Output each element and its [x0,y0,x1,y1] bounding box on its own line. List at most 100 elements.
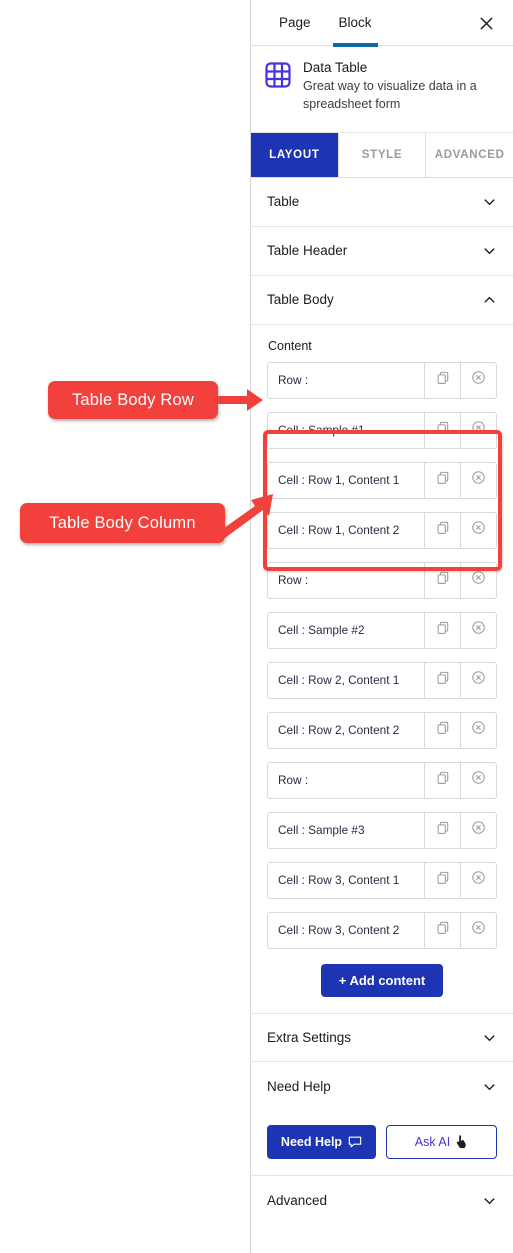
remove-circle-icon [471,620,486,640]
tab-layout-label: LAYOUT [269,148,320,161]
duplicate-icon-button[interactable] [424,362,460,398]
section-table-body[interactable]: Table Body [251,276,513,325]
block-title: Data Table [303,60,368,75]
remove-icon-button[interactable] [460,762,496,798]
duplicate-icon-button[interactable] [424,512,460,548]
annotation-column-text: Table Body Column [49,513,196,532]
tab-style[interactable]: STYLE [338,132,427,177]
block-settings-panel: Page Block Data Table Great way to visua… [250,0,513,1253]
item-label: Cell : Row 3, Content 1 [278,873,400,887]
item-label: Cell : Row 1, Content 1 [278,473,400,487]
remove-circle-icon [471,770,486,790]
chevron-down-icon [482,194,497,209]
speech-bubble-icon [348,1136,362,1147]
section-table-header[interactable]: Table Header [251,227,513,276]
help-button-row: Need Help Ask AI [251,1111,513,1176]
row-item-8[interactable]: Row : [267,761,497,799]
duplicate-icon-button[interactable] [424,462,460,498]
section-need-help[interactable]: Need Help [251,1062,513,1111]
tab-block[interactable]: Block [325,0,386,47]
remove-icon-button[interactable] [460,812,496,848]
tab-style-label: STYLE [361,148,403,161]
ask-ai-label: Ask AI [414,1134,451,1149]
cell-item-9[interactable]: Cell : Sample #3 [267,811,497,849]
cell-item-10[interactable]: Cell : Row 3, Content 1 [267,861,497,899]
duplicate-icon-button[interactable] [424,612,460,648]
remove-icon-button[interactable] [460,362,496,398]
add-content-wrap: + Add content [267,962,497,1013]
item-label: Cell : Row 1, Content 2 [278,523,400,537]
duplicate-icon [436,621,450,640]
block-meta: Data Table Great way to visualize data i… [303,60,493,114]
content-label: Content [268,338,312,353]
duplicate-icon-button[interactable] [424,912,460,948]
remove-icon-button[interactable] [460,662,496,698]
need-help-label: Need Help [280,1134,343,1149]
add-content-button[interactable]: + Add content [320,963,444,997]
section-table[interactable]: Table [251,178,513,227]
remove-circle-icon [471,920,486,940]
remove-icon-button[interactable] [460,512,496,548]
duplicate-icon-button[interactable] [424,412,460,448]
duplicate-icon-button[interactable] [424,662,460,698]
duplicate-icon-button[interactable] [424,762,460,798]
remove-circle-icon [471,470,486,490]
item-label: Row : [278,573,309,587]
item-label: Cell : Sample #3 [278,823,365,837]
screenshot-root: Page Block Data Table Great way to visua… [0,0,513,1253]
remove-icon-button[interactable] [460,612,496,648]
remove-icon-button[interactable] [460,862,496,898]
cell-item-3[interactable]: Cell : Row 1, Content 2 [267,511,497,549]
close-panel-button[interactable] [471,8,501,38]
duplicate-icon [436,521,450,540]
row-item-4[interactable]: Row : [267,561,497,599]
duplicate-icon-button[interactable] [424,562,460,598]
item-label: Cell : Row 2, Content 2 [278,723,400,737]
item-label: Row : [278,773,309,787]
duplicate-icon [436,371,450,390]
duplicate-icon-button[interactable] [424,862,460,898]
duplicate-icon [436,421,450,440]
duplicate-icon [436,921,450,940]
remove-icon-button[interactable] [460,912,496,948]
chevron-up-icon [482,292,497,307]
row-item-0[interactable]: Row : [267,361,497,399]
remove-circle-icon [471,570,486,590]
annotation-label-table-body-column: Table Body Column [20,503,225,543]
cell-item-5[interactable]: Cell : Sample #2 [267,611,497,649]
remove-circle-icon [471,520,486,540]
tab-advanced-label: ADVANCED [434,148,505,161]
remove-circle-icon [471,420,486,440]
section-extra-settings-title: Extra Settings [267,1029,352,1045]
cell-item-7[interactable]: Cell : Row 2, Content 2 [267,711,497,749]
need-help-button[interactable]: Need Help [267,1124,376,1159]
duplicate-icon [436,471,450,490]
duplicate-icon [436,571,450,590]
panel-top-tabs: Page Block [251,0,513,47]
tab-page-label: Page [279,14,311,30]
duplicate-icon-button[interactable] [424,712,460,748]
cell-item-11[interactable]: Cell : Row 3, Content 2 [267,911,497,949]
duplicate-icon-button[interactable] [424,812,460,848]
chevron-down-icon [482,243,497,258]
tab-page[interactable]: Page [265,0,325,46]
cell-item-2[interactable]: Cell : Row 1, Content 1 [267,461,497,499]
duplicate-icon [436,821,450,840]
block-info: Data Table Great way to visualize data i… [251,46,513,133]
cell-item-1[interactable]: Cell : Sample #1 [267,411,497,449]
remove-icon-button[interactable] [460,462,496,498]
remove-icon-button[interactable] [460,562,496,598]
annotation-label-table-body-row: Table Body Row [48,381,218,419]
table-body-content-area: Content Row : Cell : Sample #1 Cell : Row … [251,325,513,1013]
block-description: Great way to visualize data in a spreads… [303,79,477,111]
tab-advanced[interactable]: ADVANCED [426,132,513,177]
remove-icon-button[interactable] [460,412,496,448]
cell-item-6[interactable]: Cell : Row 2, Content 1 [267,661,497,699]
section-advanced[interactable]: Advanced [251,1176,513,1225]
section-extra-settings[interactable]: Extra Settings [251,1012,513,1062]
section-table-body-title: Table Body [267,292,334,307]
remove-circle-icon [471,720,486,740]
ask-ai-button[interactable]: Ask AI [386,1124,497,1159]
tab-layout[interactable]: LAYOUT [251,132,339,177]
remove-icon-button[interactable] [460,712,496,748]
